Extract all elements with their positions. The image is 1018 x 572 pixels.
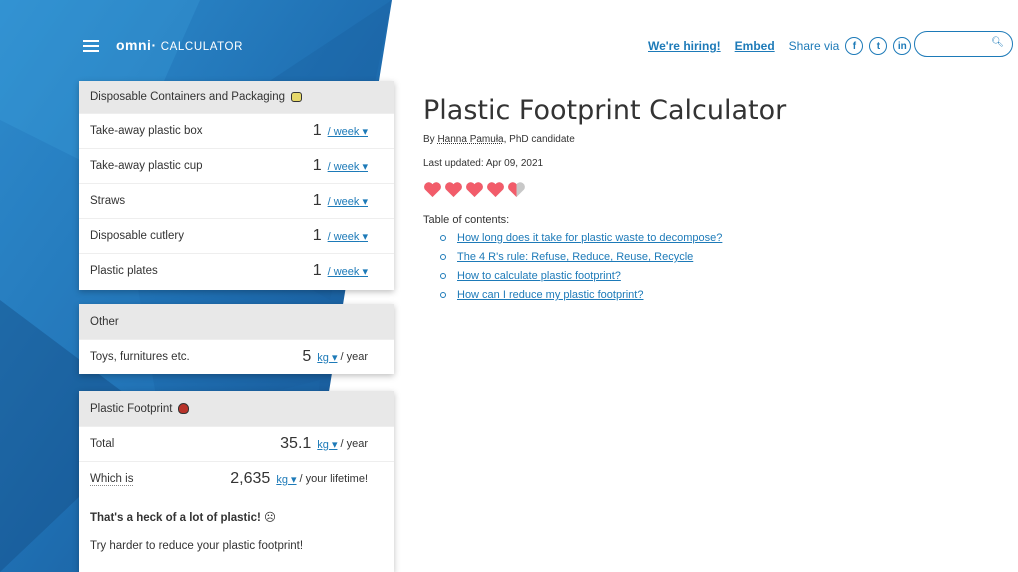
toc-link[interactable]: How to calculate plastic footprint? <box>457 270 621 282</box>
toc-item: How can I reduce my plastic footprint? <box>440 289 786 301</box>
bullet-icon <box>440 273 446 279</box>
menu-icon[interactable] <box>83 40 99 52</box>
row-label: Which is <box>90 473 134 486</box>
row-label: Toys, furnitures etc. <box>90 351 190 363</box>
row-label: Take-away plastic box <box>90 125 203 137</box>
container-icon <box>290 92 302 102</box>
toc-item: The 4 R's rule: Refuse, Reduce, Reuse, R… <box>440 251 786 263</box>
linkedin-icon[interactable]: in <box>893 37 912 55</box>
input-row: Take-away plastic box 1 / week ▾ <box>79 113 394 148</box>
result-row: Total 35.1 kg ▾ / year <box>79 426 394 461</box>
row-value-input[interactable]: 1 <box>313 157 322 175</box>
logo-calculator: CALCULATOR <box>160 41 244 53</box>
footprint-card-title: Plastic Footprint <box>79 391 394 426</box>
toc-title: Table of contents: <box>423 214 510 226</box>
footprint-card: Plastic Footprint Total 35.1 kg ▾ / year… <box>79 391 394 572</box>
result-message: Try harder to reduce your plastic footpr… <box>90 540 304 552</box>
row-label: Disposable cutlery <box>90 230 184 242</box>
footprint-icon <box>178 403 190 414</box>
hiring-link[interactable]: We're hiring! <box>648 39 721 53</box>
other-card: Other Toys, furnitures etc. 5 kg ▾ / yea… <box>79 304 394 374</box>
heart-icon[interactable] <box>486 181 505 198</box>
toc-item: How long does it take for plastic waste … <box>440 232 786 244</box>
row-label: Take-away plastic cup <box>90 160 203 172</box>
input-row: Straws 1 / week ▾ <box>79 183 394 218</box>
heart-icon[interactable] <box>507 181 526 198</box>
logo-omni: omni <box>116 37 152 53</box>
unit-select[interactable]: kg ▾ <box>276 473 296 486</box>
toc-link[interactable]: How can I reduce my plastic footprint? <box>457 289 643 301</box>
bullet-icon <box>440 292 446 298</box>
article: Plastic Footprint Calculator By Hanna Pa… <box>423 95 786 308</box>
row-label: Total <box>90 438 115 450</box>
unit-select[interactable]: / week ▾ <box>328 125 368 138</box>
last-updated: Last updated: Apr 09, 2021 <box>423 158 544 169</box>
logo[interactable]: omni· CALCULATOR <box>116 37 243 53</box>
table-of-contents: How long does it take for plastic waste … <box>423 232 786 301</box>
row-value-input[interactable]: 5 <box>302 348 311 366</box>
header: omni· CALCULATOR We're hiring! Embed Sha… <box>0 0 1018 90</box>
byline: By Hanna Pamuła, PhD candidate <box>423 134 575 145</box>
twitter-icon[interactable]: t <box>869 37 888 55</box>
row-value-input[interactable]: 1 <box>313 192 322 210</box>
search-box[interactable]: 🔍︎ <box>914 31 1013 57</box>
unit-select[interactable]: kg ▾ <box>317 351 337 364</box>
row-value-input[interactable]: 1 <box>313 227 322 245</box>
unit-suffix: / year <box>340 351 368 363</box>
row-value-output[interactable]: 2,635 <box>230 470 270 488</box>
share-label: Share via <box>788 39 840 53</box>
containers-card: Disposable Containers and Packaging Take… <box>79 81 394 290</box>
result-message-bold: That's a heck of a lot of plastic! ☹ <box>90 512 276 524</box>
embed-link[interactable]: Embed <box>735 39 775 53</box>
input-row: Toys, furnitures etc. 5 kg ▾ / year <box>79 339 394 374</box>
bullet-icon <box>440 235 446 241</box>
toc-item: How to calculate plastic footprint? <box>440 270 786 282</box>
other-card-title: Other <box>79 304 394 339</box>
unit-select[interactable]: / week ▾ <box>328 195 368 208</box>
heart-icon[interactable] <box>444 181 463 198</box>
bullet-icon <box>440 254 446 260</box>
row-value-input[interactable]: 1 <box>313 122 322 140</box>
facebook-icon[interactable]: f <box>845 37 864 55</box>
unit-select[interactable]: / week ▾ <box>328 230 368 243</box>
page-title: Plastic Footprint Calculator <box>423 95 787 126</box>
unit-suffix: / year <box>340 438 368 450</box>
unit-select[interactable]: / week ▾ <box>328 160 368 173</box>
toc-link[interactable]: The 4 R's rule: Refuse, Reduce, Reuse, R… <box>457 251 693 263</box>
unit-select[interactable]: kg ▾ <box>317 438 337 451</box>
input-row: Take-away plastic cup 1 / week ▾ <box>79 148 394 183</box>
row-value-output[interactable]: 35.1 <box>280 435 311 453</box>
heart-icon[interactable] <box>465 181 484 198</box>
author-link[interactable]: Hanna Pamuła <box>437 134 503 145</box>
row-value-input[interactable]: 1 <box>313 262 322 280</box>
rating-hearts[interactable] <box>423 181 786 198</box>
unit-suffix: / your lifetime! <box>299 473 368 485</box>
search-icon[interactable]: 🔍︎ <box>991 37 1004 48</box>
row-label: Straws <box>90 195 126 207</box>
input-row: Plastic plates 1 / week ▾ <box>79 253 394 288</box>
result-row: Which is 2,635 kg ▾ / your lifetime! <box>79 461 394 496</box>
unit-select[interactable]: / week ▾ <box>328 265 368 278</box>
heart-icon[interactable] <box>423 181 442 198</box>
row-label: Plastic plates <box>90 265 158 277</box>
input-row: Disposable cutlery 1 / week ▾ <box>79 218 394 253</box>
search-input[interactable] <box>925 32 999 54</box>
top-links: We're hiring! Embed Share via f t in <box>648 37 917 55</box>
toc-link[interactable]: How long does it take for plastic waste … <box>457 232 722 244</box>
containers-card-title: Disposable Containers and Packaging <box>79 81 394 113</box>
